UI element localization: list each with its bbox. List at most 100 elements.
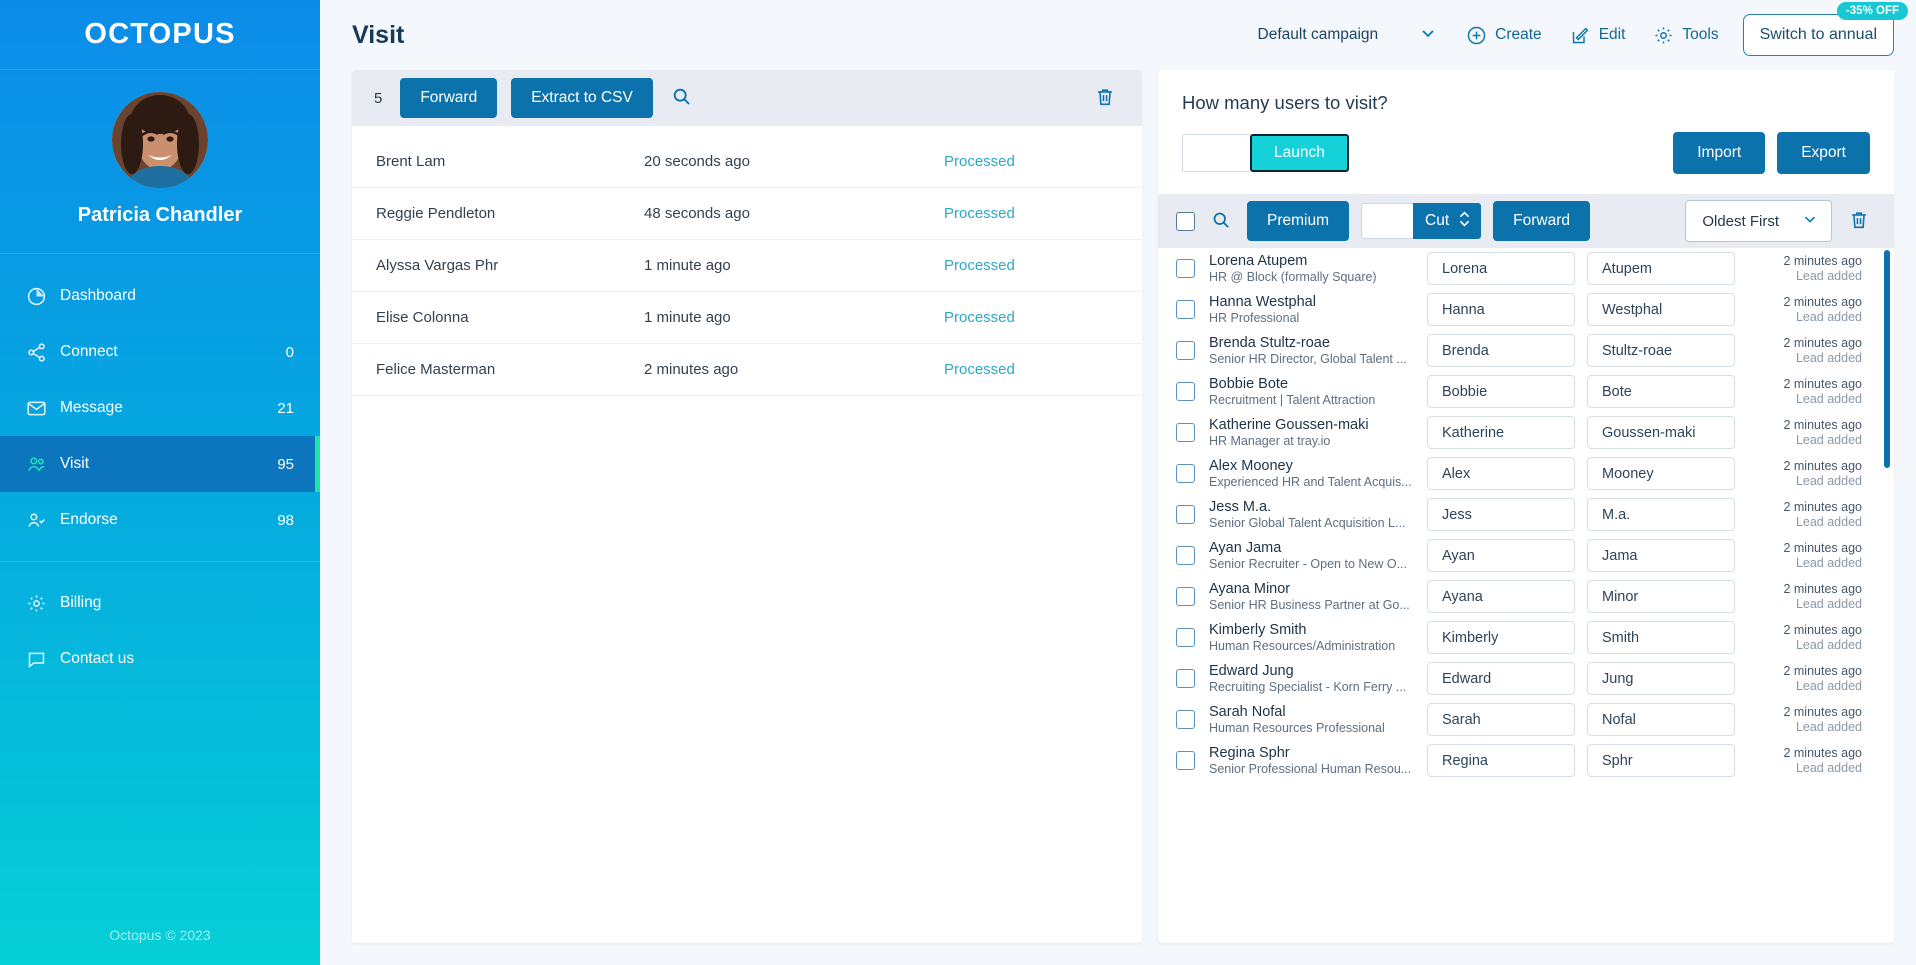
lead-row[interactable]: Kimberly SmithHuman Resources/Administra…	[1158, 617, 1880, 658]
sidebar-item-message[interactable]: Message 21	[0, 380, 320, 436]
lead-identity: Brenda Stultz-roaeSenior HR Director, Gl…	[1209, 334, 1427, 368]
avatar[interactable]	[112, 92, 208, 188]
lead-checkbox[interactable]	[1176, 300, 1195, 319]
campaign-selector[interactable]: Default campaign	[1248, 17, 1453, 54]
lead-checkbox[interactable]	[1176, 751, 1195, 770]
sort-order-select[interactable]: Oldest First	[1685, 200, 1832, 242]
lead-first-name-field[interactable]: Bobbie	[1427, 375, 1575, 408]
leads-scrollbar-thumb[interactable]	[1884, 250, 1890, 468]
lead-row[interactable]: Hanna WestphalHR ProfessionalHannaWestph…	[1158, 289, 1880, 330]
lead-checkbox[interactable]	[1176, 628, 1195, 647]
cut-button[interactable]: Cut	[1413, 203, 1481, 239]
extract-to-csv-button[interactable]: Extract to CSV	[511, 78, 653, 118]
lead-first-name-field[interactable]: Edward	[1427, 662, 1575, 695]
lead-last-name-field[interactable]: Stultz-roae	[1587, 334, 1735, 367]
lead-row[interactable]: Katherine Goussen-makiHR Manager at tray…	[1158, 412, 1880, 453]
lead-last-name-field[interactable]: M.a.	[1587, 498, 1735, 531]
table-row[interactable]: Brent Lam 20 seconds ago Processed	[352, 136, 1142, 188]
cut-quantity-input[interactable]	[1361, 203, 1413, 239]
switch-to-annual-button[interactable]: Switch to annual	[1743, 14, 1894, 56]
select-all-checkbox[interactable]	[1176, 212, 1195, 231]
create-button[interactable]: Create	[1452, 17, 1556, 54]
lead-first-name-field[interactable]: Ayan	[1427, 539, 1575, 572]
lead-row[interactable]: Brenda Stultz-roaeSenior HR Director, Gl…	[1158, 330, 1880, 371]
lead-row[interactable]: Alex Mooney Experienced HR and Talent Acq…	[1158, 453, 1880, 494]
lead-timestamp: 2 minutes ago	[1747, 500, 1862, 515]
lead-last-name-field[interactable]: Goussen-maki	[1587, 416, 1735, 449]
lead-checkbox[interactable]	[1176, 587, 1195, 606]
lead-row[interactable]: Edward JungRecruiting Specialist - Korn …	[1158, 658, 1880, 699]
lead-checkbox[interactable]	[1176, 464, 1195, 483]
lead-last-name-field[interactable]: Jama	[1587, 539, 1735, 572]
lead-first-name-field[interactable]: Regina	[1427, 744, 1575, 777]
lead-last-name-field[interactable]: Nofal	[1587, 703, 1735, 736]
lead-first-name-field[interactable]: Ayana	[1427, 580, 1575, 613]
lead-first-name-field[interactable]: Kimberly	[1427, 621, 1575, 654]
sidebar-item-contact-us[interactable]: Contact us	[0, 631, 320, 687]
lead-last-name-field[interactable]: Jung	[1587, 662, 1735, 695]
leads-delete-button[interactable]	[1844, 205, 1874, 238]
export-button[interactable]: Export	[1777, 132, 1870, 174]
lead-last-name-field[interactable]: Mooney	[1587, 457, 1735, 490]
lead-checkbox[interactable]	[1176, 710, 1195, 729]
lead-checkbox[interactable]	[1176, 382, 1195, 401]
lead-checkbox[interactable]	[1176, 546, 1195, 565]
lead-row[interactable]: Regina SphrSenior Professional Human Res…	[1158, 740, 1880, 781]
lead-first-name-field[interactable]: Alex	[1427, 457, 1575, 490]
table-row[interactable]: Elise Colonna 1 minute ago Processed	[352, 292, 1142, 344]
leads-search-button[interactable]	[1207, 206, 1235, 237]
table-row[interactable]: Felice Masterman 2 minutes ago Processed	[352, 344, 1142, 396]
lead-row[interactable]: Bobbie Bote Recruitment | Talent Attracti…	[1158, 371, 1880, 412]
leads-scrollbar[interactable]	[1884, 248, 1890, 935]
sidebar-item-connect[interactable]: Connect 0	[0, 324, 320, 380]
lead-row[interactable]: Ayan JamaSenior Recruiter - Open to New …	[1158, 535, 1880, 576]
activity-forward-button[interactable]: Forward	[400, 78, 497, 118]
tools-button[interactable]: Tools	[1639, 17, 1732, 54]
lead-last-name-field[interactable]: Sphr	[1587, 744, 1735, 777]
stepper-updown-icon[interactable]	[1458, 209, 1471, 234]
table-row[interactable]: Reggie Pendleton 48 seconds ago Processe…	[352, 188, 1142, 240]
lead-last-name-field[interactable]: Minor	[1587, 580, 1735, 613]
envelope-icon	[26, 398, 60, 419]
lead-event: Lead added	[1747, 515, 1862, 530]
lead-headline: Recruitment | Talent Attraction	[1209, 393, 1427, 409]
edit-button[interactable]: Edit	[1556, 17, 1640, 54]
sidebar-item-visit[interactable]: Visit 95	[0, 436, 320, 492]
lead-checkbox-wrap	[1176, 628, 1195, 647]
sidebar-item-billing[interactable]: Billing	[0, 575, 320, 631]
lead-checkbox[interactable]	[1176, 341, 1195, 360]
lead-identity: Lorena AtupemHR @ Block (formally Square…	[1209, 252, 1427, 286]
premium-button[interactable]: Premium	[1247, 201, 1349, 241]
lead-first-name-field[interactable]: Sarah	[1427, 703, 1575, 736]
sidebar-item-endorse[interactable]: Endorse 98	[0, 492, 320, 548]
lead-last-name-field[interactable]: Smith	[1587, 621, 1735, 654]
activity-delete-button[interactable]	[1090, 82, 1120, 115]
lead-checkbox[interactable]	[1176, 505, 1195, 524]
lead-last-name-field[interactable]: Westphal	[1587, 293, 1735, 326]
lead-last-name-field[interactable]: Atupem	[1587, 252, 1735, 285]
table-row[interactable]: Alyssa Vargas Phr 1 minute ago Processed	[352, 240, 1142, 292]
lead-first-name-field[interactable]: Lorena	[1427, 252, 1575, 285]
lead-row[interactable]: Jess M.a.Senior Global Talent Acquisitio…	[1158, 494, 1880, 535]
lead-first-name-field[interactable]: Jess	[1427, 498, 1575, 531]
import-button[interactable]: Import	[1673, 132, 1765, 174]
lead-checkbox[interactable]	[1176, 259, 1195, 278]
lead-checkbox[interactable]	[1176, 423, 1195, 442]
activity-count: 5	[374, 90, 382, 107]
lead-checkbox[interactable]	[1176, 669, 1195, 688]
lead-first-name-field[interactable]: Brenda	[1427, 334, 1575, 367]
lead-last-name-field[interactable]: Bote	[1587, 375, 1735, 408]
lead-row[interactable]: Lorena AtupemHR @ Block (formally Square…	[1158, 248, 1880, 289]
users-to-visit-input[interactable]	[1182, 134, 1250, 172]
lead-row[interactable]: Sarah NofalHuman Resources ProfessionalS…	[1158, 699, 1880, 740]
lead-checkbox-wrap	[1176, 751, 1195, 770]
brand-logo[interactable]: OCTOPUS	[0, 0, 320, 70]
lead-headline: Experienced HR and Talent Acquis...	[1209, 475, 1427, 491]
activity-search-button[interactable]	[667, 82, 696, 114]
lead-first-name-field[interactable]: Katherine	[1427, 416, 1575, 449]
lead-first-name-field[interactable]: Hanna	[1427, 293, 1575, 326]
sidebar-item-dashboard[interactable]: Dashboard	[0, 268, 320, 324]
launch-button[interactable]: Launch	[1250, 134, 1349, 172]
lead-row[interactable]: Ayana MinorSenior HR Business Partner at…	[1158, 576, 1880, 617]
leads-forward-button[interactable]: Forward	[1493, 201, 1590, 241]
